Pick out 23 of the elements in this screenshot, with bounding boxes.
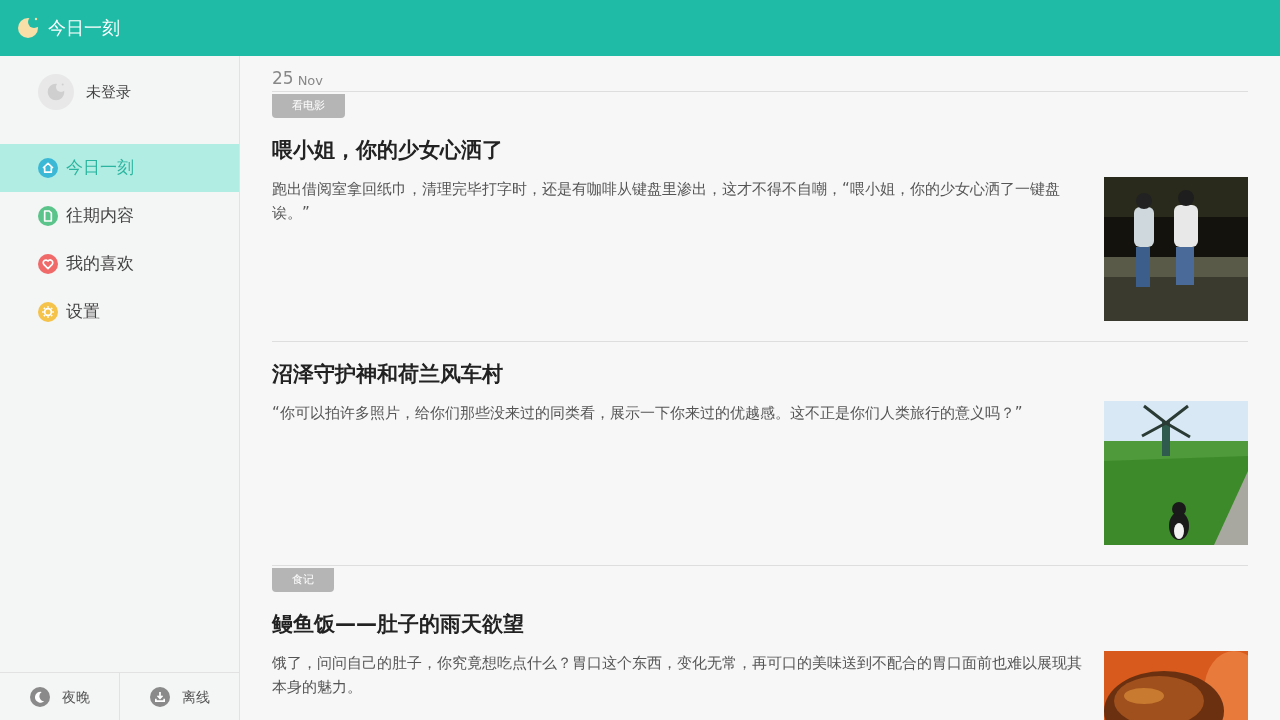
article-title[interactable]: 鳗鱼饭——肚子的雨天欲望 — [272, 592, 1248, 636]
article-title[interactable]: 喂小姐，你的少女心洒了 — [272, 118, 1248, 162]
nav-item[interactable]: 我的喜欢 — [0, 240, 239, 288]
house-icon — [38, 158, 58, 178]
article-excerpt: “你可以拍许多照片，给你们那些没来过的同类看，展示一下你来过的优越感。这不正是你们人类旅行的意义吗？” — [272, 403, 1024, 424]
moon-icon — [46, 82, 66, 102]
download-icon — [149, 686, 170, 707]
article-excerpt: 跑出借阅室拿回纸巾，清理完毕打字时，还是有咖啡从键盘里渗出，这才不得不自嘲，“喂小姐，你的少女心洒了一键盘诶。” — [272, 179, 1061, 224]
footer-button[interactable]: 夜晚 — [0, 673, 119, 720]
moon-icon — [29, 686, 50, 707]
app-title: 今日一刻 — [48, 16, 120, 40]
moon-icon — [16, 16, 40, 40]
document-icon — [38, 206, 58, 226]
avatar[interactable] — [38, 74, 74, 110]
footer-button[interactable]: 离线 — [119, 673, 239, 720]
date-month: Nov — [297, 74, 323, 87]
nav-item[interactable]: 设置 — [0, 288, 239, 336]
gear-icon — [38, 302, 58, 322]
article-excerpt: 饿了，问问自己的肚子，你究竟想吃点什么？胃口这个东西，变化无常，再可口的美味送到不配合的胃口面前也难以展现其本身的魅力。 — [272, 653, 1083, 698]
user-name[interactable]: 未登录 — [86, 80, 131, 104]
nav-item[interactable]: 往期内容 — [0, 192, 239, 240]
date-day: 25 — [272, 70, 294, 87]
article-title[interactable]: 沼泽守护神和荷兰风车村 — [272, 342, 1248, 386]
